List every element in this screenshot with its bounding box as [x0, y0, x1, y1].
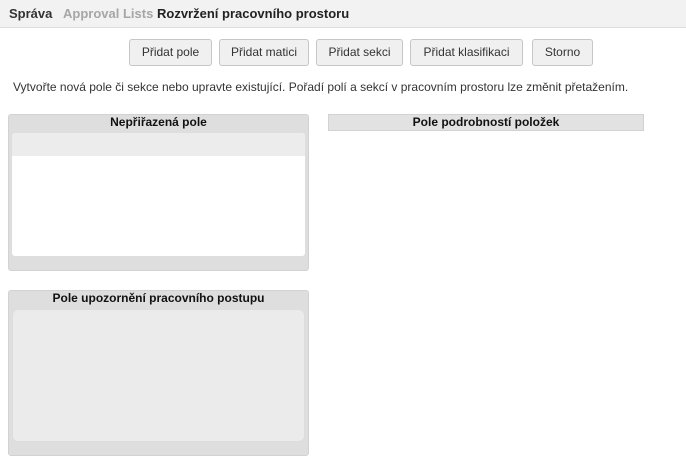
unassigned-fields-title: Nepřiřazená pole — [110, 115, 207, 129]
add-matrix-button[interactable]: Přidat matici — [219, 39, 309, 66]
workflow-notification-panel: Pole upozornění pracovního postupu — [8, 290, 309, 456]
workflow-notification-dropzone[interactable] — [12, 309, 305, 442]
add-classification-button[interactable]: Přidat klasifikaci — [410, 39, 523, 66]
cancel-button[interactable]: Storno — [532, 39, 593, 66]
unassigned-fields-panel: Nepřiřazená pole — [8, 114, 309, 271]
item-details-header: Pole podrobností položek — [328, 114, 644, 131]
breadcrumb-item-current-page: Rozvržení pracovního prostoru — [157, 6, 350, 21]
unassigned-fields-dropzone[interactable] — [12, 133, 305, 256]
breadcrumb-item-sprava[interactable]: Správa — [9, 6, 52, 21]
toolbar: Přidat pole Přidat matici Přidat sekci P… — [0, 39, 686, 67]
instruction-text: Vytvořte nová pole či sekce nebo upravte… — [13, 80, 629, 94]
workflow-notification-title: Pole upozornění pracovního postupu — [52, 291, 265, 305]
add-field-button[interactable]: Přidat pole — [129, 39, 212, 66]
add-section-button[interactable]: Přidat sekci — [316, 39, 403, 66]
breadcrumb: Správa Approval Lists Rozvržení pracovní… — [0, 0, 686, 28]
breadcrumb-item-approval-lists[interactable]: Approval Lists — [63, 6, 153, 21]
unassigned-fields-header-row — [12, 133, 305, 156]
